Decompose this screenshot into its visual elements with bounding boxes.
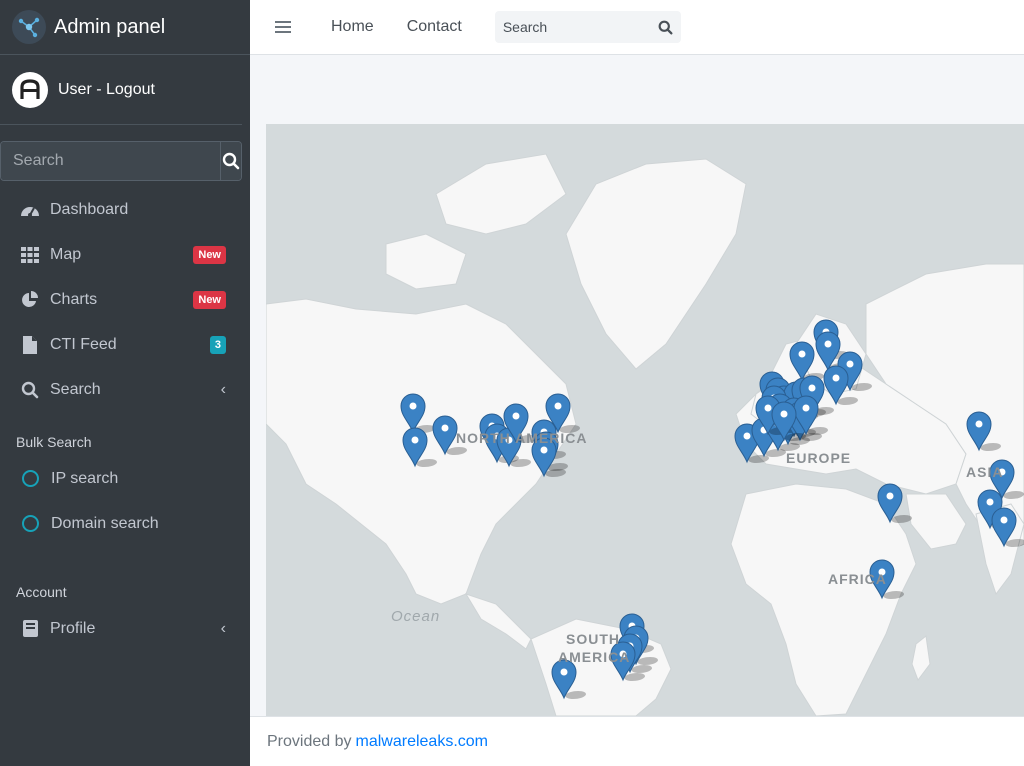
map-label-africa: AFRICA — [828, 571, 887, 587]
chevron-left-icon: ‹ — [220, 380, 226, 398]
map-label-ocean: Ocean — [391, 608, 441, 625]
sidebar-item-label: Map — [50, 245, 82, 263]
map-label-asia: ASIA — [966, 464, 1004, 480]
sidebar: Admin panel User - Logout Dashboard — [0, 0, 250, 766]
avatar — [12, 71, 48, 108]
top-navbar: Home Contact — [250, 0, 1024, 55]
avatar-logo-icon — [20, 78, 40, 99]
bulk-search-header: Bulk Search — [16, 434, 92, 450]
circle-icon — [22, 470, 39, 487]
sidebar-item-label: Dashboard — [50, 200, 129, 218]
bulk-search-nav: IP search Domain search — [0, 456, 250, 546]
top-search — [494, 11, 681, 43]
new-badge: New — [193, 290, 226, 309]
sidebar-item-search[interactable]: Search ‹ — [0, 367, 250, 412]
count-badge: 3 — [209, 335, 226, 354]
top-search-input[interactable] — [494, 19, 651, 35]
sidebar-item-profile[interactable]: Profile ‹ — [0, 606, 250, 651]
sidebar-item-label: Charts — [50, 290, 98, 308]
sidebar-item-label: CTI Feed — [50, 335, 117, 353]
sidebar-item-label: IP search — [51, 469, 119, 487]
search-icon — [658, 20, 673, 34]
sidebar-item-ip-search[interactable]: IP search — [0, 456, 250, 501]
book-icon — [20, 619, 40, 639]
nav-link-contact[interactable]: Contact — [407, 18, 462, 36]
map-canvas[interactable] — [266, 124, 1024, 716]
sidebar-item-domain-search[interactable]: Domain search — [0, 501, 250, 546]
account-header: Account — [16, 584, 67, 600]
sidebar-item-map[interactable]: Map New — [0, 232, 250, 277]
sidebar-nav: Dashboard Map New Charts New CTI Feed 3 … — [0, 187, 250, 412]
brand-title: Admin panel — [54, 15, 166, 38]
footer: Provided by malwareleaks.com — [250, 716, 1024, 766]
pie-chart-icon — [20, 290, 40, 310]
world-map[interactable]: NORTH AMERICA EUROPE ASIA AFRICA SOUTH A… — [266, 124, 1024, 716]
sidebar-item-label: Search — [50, 380, 101, 398]
user-panel[interactable]: User - Logout — [0, 55, 242, 125]
map-label-north: NORTH AMERICA — [456, 430, 588, 446]
grid-icon — [20, 245, 40, 265]
sidebar-item-charts[interactable]: Charts New — [0, 277, 250, 322]
sidebar-search-button[interactable] — [220, 142, 241, 180]
new-badge: New — [193, 245, 226, 264]
circle-icon — [22, 515, 39, 532]
tachometer-icon — [20, 200, 40, 220]
footer-link[interactable]: malwareleaks.com — [356, 733, 488, 751]
search-icon — [20, 380, 40, 400]
sidebar-item-cti-feed[interactable]: CTI Feed 3 — [0, 322, 250, 367]
search-icon — [222, 152, 240, 170]
footer-prefix: Provided by — [267, 732, 352, 750]
map-label-south-america: SOUTH AMERICA — [558, 631, 631, 665]
sidebar-item-label: Domain search — [51, 514, 159, 532]
map-label-europe: EUROPE — [786, 450, 852, 466]
network-logo-icon — [12, 10, 46, 44]
nav-link-home[interactable]: Home — [331, 18, 374, 36]
sidebar-search — [0, 141, 242, 181]
sidebar-item-label: Profile — [50, 619, 96, 637]
chevron-left-icon: ‹ — [220, 619, 226, 637]
user-logout-link[interactable]: User - Logout — [58, 81, 155, 99]
sidebar-search-input[interactable] — [1, 142, 220, 180]
top-search-button[interactable] — [651, 20, 681, 35]
brand-link[interactable]: Admin panel — [0, 0, 250, 55]
sidebar-item-dashboard[interactable]: Dashboard — [0, 187, 250, 232]
account-nav: Profile ‹ — [0, 606, 250, 651]
file-icon — [20, 335, 40, 355]
hamburger-menu-icon[interactable] — [275, 18, 291, 36]
